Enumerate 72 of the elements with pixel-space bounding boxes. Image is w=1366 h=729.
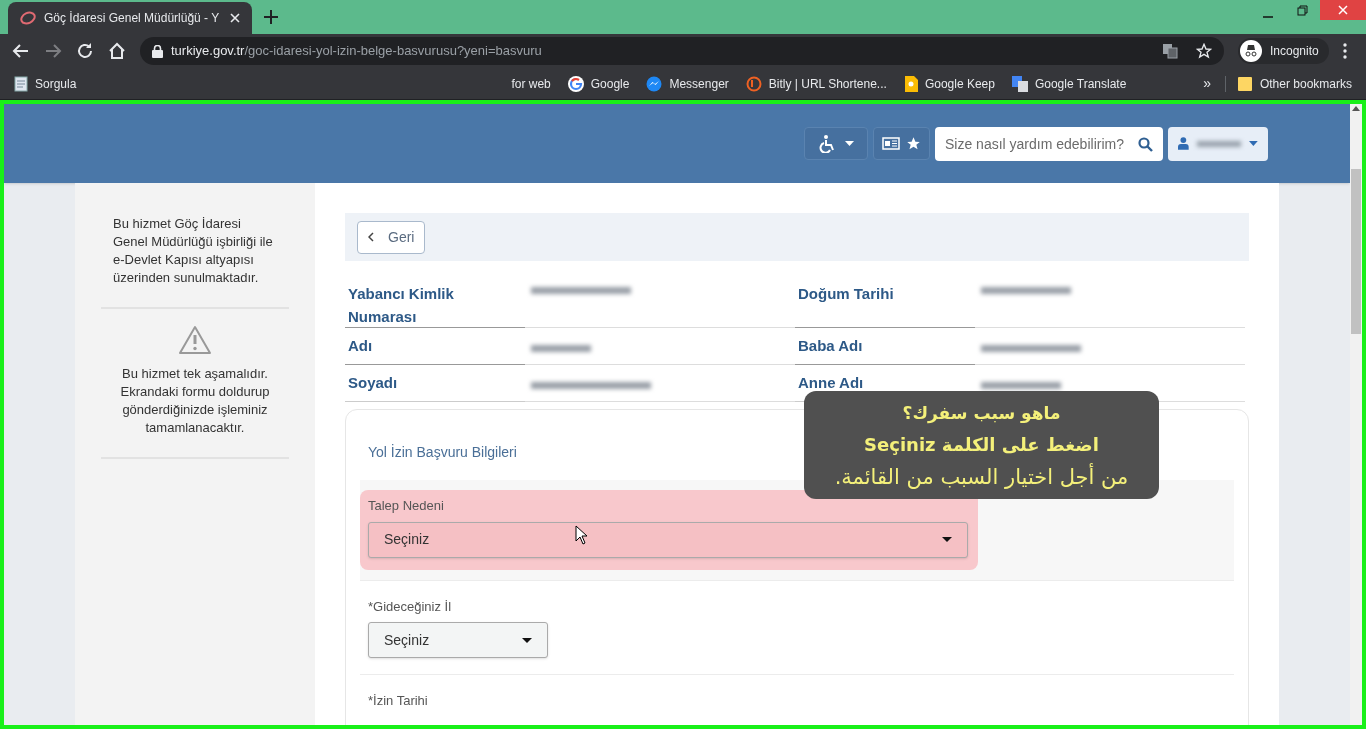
folder-icon [1237,75,1252,92]
more-bookmarks-button[interactable]: » [1203,73,1211,94]
warning-icon [178,325,212,355]
profile-chip[interactable]: Incognito [1238,38,1329,64]
bookmark[interactable]: Google Translate [1011,74,1127,93]
bookmark[interactable]: Bitly | URL Shortene... [745,74,887,93]
bookmark[interactable]: for web [511,74,551,93]
callout-line: من أجل اختيار السبب من القائمة. [834,462,1129,491]
chat-bubble-icon [646,75,663,92]
field-label: Talep Nedeni [368,497,445,515]
user-menu-button[interactable] [1168,126,1268,161]
mouse-cursor [575,525,588,545]
search-field[interactable]: Size nasıl yardım edebilirim? [935,126,1163,161]
field-label: Soyadı [345,365,525,402]
callout-line: ماهو سبب سفرك؟ [902,402,1061,426]
translate-icon[interactable] [1162,43,1178,59]
caret-icon [1249,141,1258,146]
star-icon [906,136,921,151]
forward-arrow-icon[interactable] [44,42,62,60]
url-text: turkiye.gov.tr/goc-idaresi-yol-izin-belge-basvurusu?yeni=basvuru [171,42,543,61]
callout-line: اضغط على الكلمة Seçiniz [864,433,1099,457]
incognito-icon [1240,40,1262,62]
browser-tab[interactable]: Göç İdaresi Genel Müdürlüğü - Y [8,2,252,34]
tab-title: Göç İdaresi Genel Müdürlüğü - Y [44,10,221,27]
scroll-up-icon[interactable] [1352,106,1360,111]
accessibility-button[interactable] [804,127,868,160]
translate-icon [1011,75,1028,92]
bookmark[interactable]: Google [567,74,630,93]
field-label: *İzin Tarihi [368,692,429,710]
select-dropdown[interactable]: Seçiniz [368,622,548,658]
favorites-button[interactable] [873,127,930,160]
reload-icon[interactable] [76,42,94,60]
caret-icon [522,637,532,643]
chevron-left-icon [368,232,374,242]
bookmark[interactable]: Messenger [646,74,729,93]
scrollbar-thumb[interactable] [1351,169,1361,334]
close-icon [1338,5,1348,15]
restore-icon[interactable] [1297,5,1308,16]
star-icon[interactable] [1196,43,1212,59]
menu-icon[interactable] [1342,43,1347,59]
section-title: Yol İzin Başvuru Bilgileri [368,444,517,460]
caret-icon [942,537,952,542]
bulb-note-icon [903,75,918,92]
wheelchair-icon [818,134,835,153]
select-dropdown[interactable]: Seçiniz [368,521,968,558]
home-icon[interactable] [108,42,126,60]
field-label: Baba Adı [795,328,975,365]
search-icon[interactable] [1138,136,1153,152]
caret-icon [844,141,854,146]
site-icon [20,10,36,26]
field-label: Doğum Tarihi [795,281,975,328]
id-card-icon [882,137,900,150]
bookmark-folder[interactable]: Other bookmarks [1237,74,1352,93]
circle-letter-icon [745,75,762,92]
redacted-value [531,344,591,352]
back-arrow-icon[interactable] [12,42,30,60]
info-text: Bu hizmet Göç İdaresi Genel Müdürlüğü işbirliği ile e-Devlet Kapısı altyapısı üzerinden sunulmaktadır. [113,215,274,287]
bookmark[interactable]: Sorgula [14,74,77,93]
close-icon[interactable] [230,13,240,23]
document-icon [14,75,28,92]
lock-icon [152,44,163,58]
user-icon [1178,137,1189,150]
back-button[interactable]: Geri [357,220,426,254]
field-label: *Gideceğiniz İl [368,597,453,616]
bookmark[interactable]: Google Keep [903,74,995,93]
info-text: Bu hizmet tek aşamalıdır. Ekrandaki formu doldurup gönderdiğinizde işleminiz tamamlanacaktır. [119,365,271,437]
profile-label: Incognito [1270,43,1319,60]
address-bar[interactable]: turkiye.gov.tr/goc-idaresi-yol-izin-belge-basvurusu?yeni=basvuru [140,37,1224,65]
field-label: Yabancı Kimlik Numarası [345,281,525,328]
field-label: Adı [345,328,525,365]
new-tab-icon[interactable] [264,10,278,24]
google-g-icon [567,75,584,92]
